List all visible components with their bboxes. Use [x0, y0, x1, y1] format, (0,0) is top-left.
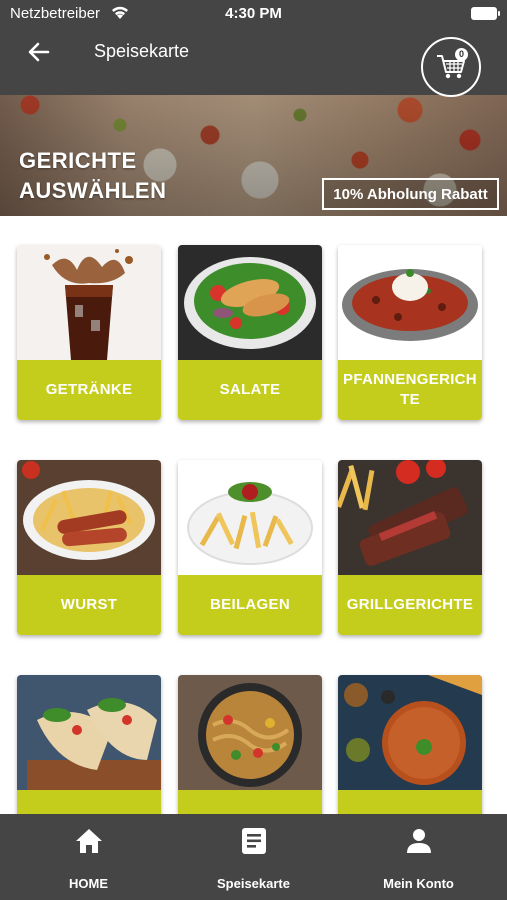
- home-icon: [74, 826, 104, 856]
- user-icon: [404, 826, 434, 856]
- discount-badge: 10% Abholung Rabatt: [322, 178, 499, 210]
- category-label: PFANNENGERICHTE: [338, 360, 482, 420]
- category-card-grillgerichte[interactable]: GRILLGERICHTE: [338, 460, 482, 635]
- hero-title: GERICHTE AUSWÄHLEN: [19, 148, 167, 203]
- lahmacun-image: [338, 675, 482, 790]
- cart-button[interactable]: 0: [421, 37, 481, 97]
- battery-icon: [471, 7, 500, 20]
- nav-bar: Speisekarte 0: [0, 28, 507, 97]
- category-card-getraenke[interactable]: GETRÄNKE: [17, 245, 161, 420]
- category-label: WURST: [17, 575, 161, 635]
- category-label: SALATE: [178, 360, 322, 420]
- category-label: GRILLGERICHTE: [338, 575, 482, 635]
- category-card-noodles[interactable]: [178, 675, 322, 814]
- arrow-left-icon: [28, 42, 50, 62]
- category-card-wurst[interactable]: WURST: [17, 460, 161, 635]
- salad-plate-image: [178, 245, 322, 360]
- sausage-fries-image: [17, 460, 161, 575]
- menu-document-icon: [239, 826, 269, 856]
- pan-dish-rice-image: [338, 245, 482, 360]
- category-label: GETRÄNKE: [17, 360, 161, 420]
- fries-plate-image: [178, 460, 322, 575]
- category-grid: GETRÄNKE SALATE PFANNENGERICHTE WURST BE…: [0, 216, 507, 814]
- clock: 4:30 PM: [225, 5, 282, 22]
- tab-label: Mein Konto: [383, 876, 454, 891]
- tab-bar: HOME Speisekarte Mein Konto: [0, 814, 507, 900]
- hero-banner: GERICHTE AUSWÄHLEN 10% Abholung Rabatt: [0, 95, 507, 216]
- wraps-image: [17, 675, 161, 790]
- status-bar: Netzbetreiber 4:30 PM: [0, 0, 507, 28]
- category-label: BEILAGEN: [178, 575, 322, 635]
- category-label: [17, 790, 161, 814]
- category-card-salate[interactable]: SALATE: [178, 245, 322, 420]
- category-label: [338, 790, 482, 814]
- grilled-steak-image: [338, 460, 482, 575]
- tab-home[interactable]: HOME: [4, 814, 173, 900]
- tab-label: Speisekarte: [217, 876, 290, 891]
- category-card-beilagen[interactable]: BEILAGEN: [178, 460, 322, 635]
- category-card-wraps[interactable]: [17, 675, 161, 814]
- category-label: [178, 790, 322, 814]
- tab-speisekarte[interactable]: Speisekarte: [169, 814, 338, 900]
- category-card-pfannengerichte[interactable]: PFANNENGERICHTE: [338, 245, 482, 420]
- back-button[interactable]: [24, 38, 54, 66]
- cart-count-badge: 0: [455, 48, 468, 61]
- cola-glass-image: [17, 245, 161, 360]
- noodles-wok-image: [178, 675, 322, 790]
- tab-mein-konto[interactable]: Mein Konto: [334, 814, 503, 900]
- tab-label: HOME: [69, 876, 108, 891]
- category-card-lahmacun[interactable]: [338, 675, 482, 814]
- page-title: Speisekarte: [94, 41, 190, 61]
